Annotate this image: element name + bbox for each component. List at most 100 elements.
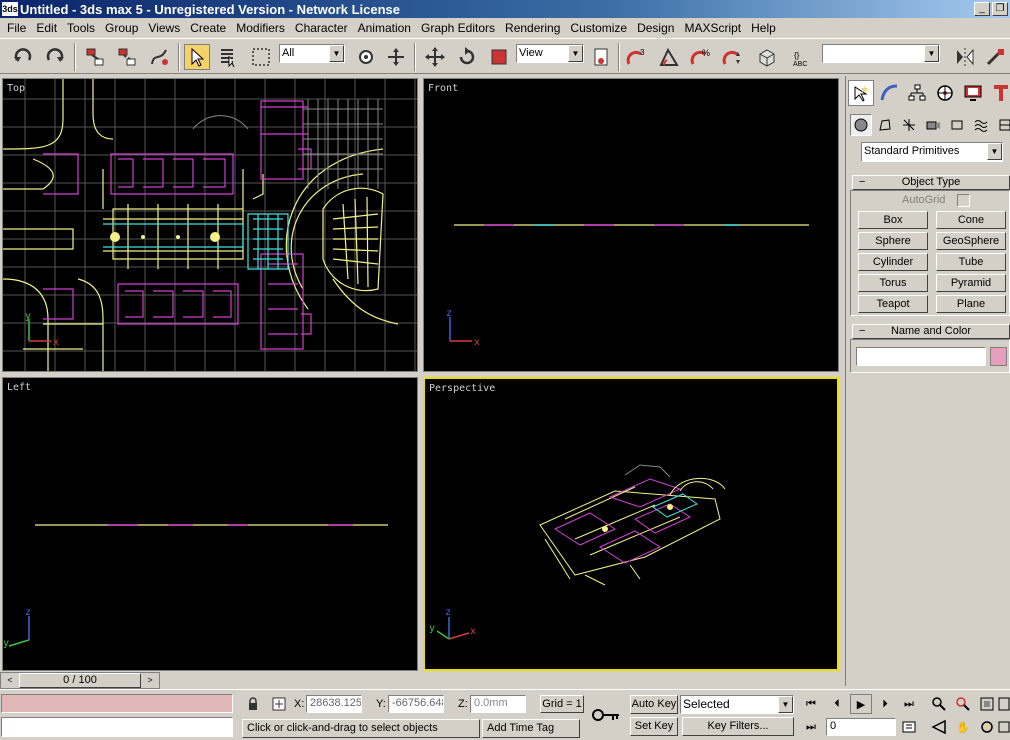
set-key-button[interactable]: Set Key [630,717,678,736]
autogrid-checkbox[interactable] [957,194,970,207]
go-to-start-icon[interactable]: ⏮ [800,694,822,714]
next-frame-icon[interactable]: ⏵ [874,694,896,714]
maxscript-listener-pink[interactable] [1,694,233,713]
previous-frame-icon[interactable]: ⏴ [826,694,848,714]
reference-coordinate-dropdown[interactable]: View ▼ [516,44,584,63]
percent-snap-icon[interactable]: % [688,44,714,70]
zoom-extents-all-icon[interactable] [998,694,1010,714]
cone-button[interactable]: Cone [936,211,1006,229]
angle-snap-icon[interactable] [656,44,682,70]
snap-3d-icon[interactable]: 3 [624,44,650,70]
utilities-tab-icon[interactable] [988,80,1010,106]
set-key-mode-key-icon[interactable] [584,695,628,735]
unlink-icon[interactable] [114,44,140,70]
add-time-tag-button[interactable]: Add Time Tag [482,719,580,738]
lights-icon[interactable] [898,114,920,136]
menu-maxscript[interactable]: MAXScript [679,21,746,35]
zoom-all-icon[interactable] [952,694,974,714]
zoom-icon[interactable] [928,694,950,714]
teapot-button[interactable]: Teapot [858,295,928,313]
viewport-label-left[interactable]: Left [7,382,31,393]
viewport-top[interactable]: y x Top [2,78,418,372]
maximize-viewport-icon[interactable] [998,717,1010,737]
play-icon[interactable]: ▶ [850,694,872,714]
menu-group[interactable]: Group [100,21,143,35]
move-icon[interactable] [422,44,448,70]
lock-selection-icon[interactable] [242,694,264,714]
arc-rotate-icon[interactable] [976,717,998,737]
name-and-color-rollout[interactable]: − Name and Color [852,324,1010,339]
app-icon[interactable]: 3ds [2,2,18,16]
modify-tab-icon[interactable] [876,80,902,106]
select-object-icon[interactable] [184,44,210,70]
window-crossing-icon[interactable] [353,44,379,70]
menu-character[interactable]: Character [290,21,353,35]
geosphere-button[interactable]: GeoSphere [936,232,1006,250]
object-color-swatch[interactable] [990,347,1007,366]
time-slider-thumb[interactable]: 0 / 100 [19,673,141,688]
rectangular-selection-icon[interactable] [248,44,274,70]
key-filters-button[interactable]: Key Filters... [682,717,794,736]
maxscript-listener-white[interactable] [1,717,233,737]
hierarchy-tab-icon[interactable] [904,80,930,106]
current-frame-field[interactable]: 0 [826,718,896,736]
menu-modifiers[interactable]: Modifiers [231,21,290,35]
align-icon[interactable] [982,44,1008,70]
menu-graph-editors[interactable]: Graph Editors [416,21,500,35]
pan-hand-icon[interactable]: ✋ [952,717,974,737]
systems-icon[interactable] [994,114,1010,136]
create-tab-icon[interactable] [848,80,874,106]
menu-edit[interactable]: Edit [31,21,62,35]
z-coordinate-field[interactable]: 0.0mm [470,695,526,713]
rotate-icon[interactable] [454,44,480,70]
menu-create[interactable]: Create [185,21,231,35]
sphere-button[interactable]: Sphere [858,232,928,250]
viewport-left[interactable]: z y Left [2,377,418,671]
geometry-icon[interactable] [850,114,872,136]
bind-space-warp-icon[interactable] [146,44,172,70]
viewport-label-top[interactable]: Top [7,83,25,94]
object-type-rollout[interactable]: − Object Type [852,175,1010,190]
torus-button[interactable]: Torus [858,274,928,292]
primitive-category-dropdown[interactable]: Standard Primitives ▼ [861,142,1003,162]
field-of-view-icon[interactable] [928,717,950,737]
spinner-snap-icon[interactable] [720,44,746,70]
menu-customize[interactable]: Customize [565,21,632,35]
menu-tools[interactable]: Tools [62,21,100,35]
viewport-front[interactable]: z x Front [423,78,839,372]
menu-design[interactable]: Design [632,21,679,35]
box-button[interactable]: Box [858,211,928,229]
auto-key-button[interactable]: Auto Key [630,695,678,714]
menu-animation[interactable]: Animation [353,21,416,35]
go-to-end-icon[interactable]: ⏭ [898,694,920,714]
zoom-extents-icon[interactable] [976,694,998,714]
pyramid-button[interactable]: Pyramid [936,274,1006,292]
tube-button[interactable]: Tube [936,253,1006,271]
menu-file[interactable]: File [2,21,31,35]
time-slider[interactable]: < 0 / 100 > [0,672,160,689]
space-warps-icon[interactable] [970,114,992,136]
cylinder-button[interactable]: Cylinder [858,253,928,271]
motion-tab-icon[interactable] [932,80,958,106]
abc-named-set-icon[interactable]: {​} ABC [790,44,816,70]
select-by-name-icon[interactable] [214,44,240,70]
pivot-center-icon[interactable] [588,44,614,70]
next-frame-icon[interactable]: > [142,673,158,688]
key-mode-dropdown[interactable]: Selected ▼ [680,695,794,714]
undo-icon[interactable] [10,44,36,70]
minimize-button[interactable]: _ [974,2,990,16]
menu-views[interactable]: Views [143,21,185,35]
time-configuration-icon[interactable] [898,717,920,737]
mirror-icon[interactable] [952,44,978,70]
helpers-icon[interactable] [946,114,968,136]
select-and-link-icon[interactable] [82,44,108,70]
cameras-icon[interactable] [922,114,944,136]
x-coordinate-field[interactable]: 28638.125 [306,695,362,713]
viewport-label-front[interactable]: Front [428,83,458,94]
restore-button[interactable]: ❐ [992,2,1008,16]
display-tab-icon[interactable] [960,80,986,106]
scale-icon[interactable] [486,44,512,70]
object-name-input[interactable] [856,347,986,366]
redo-icon[interactable] [42,44,68,70]
viewport-perspective[interactable]: z x y Perspective [423,377,839,671]
